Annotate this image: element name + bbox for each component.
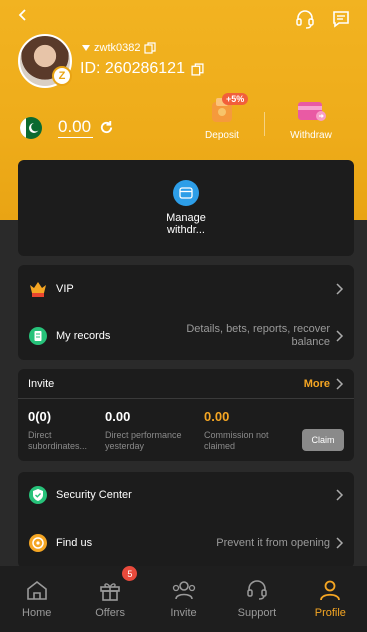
deposit-bonus-badge: +5% (222, 93, 249, 105)
username-row: zwtk0382 (82, 42, 157, 54)
records-label: My records (56, 330, 111, 342)
security-label: Security Center (56, 489, 132, 501)
avatar-badge: Z (52, 66, 72, 86)
chevron-right-icon (336, 283, 344, 295)
pakistan-flag-icon[interactable] (20, 117, 42, 139)
nav-home[interactable]: Home (0, 566, 73, 632)
manage-label: Manage withdr... (166, 212, 206, 236)
divider (264, 112, 265, 136)
claim-button[interactable]: Claim (302, 429, 344, 451)
nav-profile-label: Profile (314, 607, 346, 619)
menu-card-2: Security Center Find us Prevent it from … (18, 472, 354, 568)
deposit-label: Deposit (205, 130, 239, 141)
vip-label: VIP (56, 283, 74, 295)
nav-support[interactable]: Support (220, 566, 293, 632)
more-label: More (303, 377, 330, 390)
username: zwtk0382 (94, 42, 141, 54)
refresh-icon[interactable] (99, 120, 114, 135)
chevron-right-icon (336, 489, 344, 501)
findus-label: Find us (56, 537, 93, 549)
nav-home-label: Home (22, 607, 52, 619)
people-icon (172, 581, 195, 600)
menu-item-find-us[interactable]: Find us Prevent it from opening (18, 531, 354, 555)
offers-badge: 5 (122, 566, 138, 581)
invite-more-link[interactable]: More (304, 378, 344, 390)
nav-offers-label: Offers (95, 607, 125, 619)
nav-profile[interactable]: Profile (294, 566, 367, 632)
records-hint: Details, bets, reports, recover balance (170, 323, 344, 349)
stat-direct-subordinates: 0(0) Direct subordinates... (28, 409, 98, 452)
stat1-value: 0(0) (28, 409, 52, 424)
invite-title: Invite (28, 377, 55, 390)
card-icon (298, 102, 326, 121)
copy-icon[interactable] (144, 42, 157, 54)
findus-hint-text: Prevent it from opening (216, 536, 330, 549)
stat2-desc: Direct performance yesterday (105, 430, 182, 451)
stat3-desc: Commission not claimed (204, 430, 269, 451)
home-icon (26, 580, 47, 600)
invite-card: Invite More 0(0) Direct subordinates... … (18, 369, 354, 461)
crown-icon (28, 279, 48, 299)
menu-item-security-center[interactable]: Security Center (18, 483, 354, 507)
stat2-value: 0.00 (105, 409, 131, 424)
shield-icon (28, 485, 48, 505)
stat-commission: 0.00 Commission not claimed (204, 409, 284, 452)
balance-value: 0.00 (58, 117, 94, 138)
chevron-right-icon (336, 537, 344, 549)
withdraw-button[interactable]: Withdraw (283, 96, 339, 141)
chevron-right-icon (336, 377, 344, 390)
menu-item-my-records[interactable]: My records Details, bets, reports, recov… (18, 321, 354, 351)
stat-direct-performance: 0.00 Direct performance yesterday (105, 409, 195, 452)
nav-invite[interactable]: Invite (147, 566, 220, 632)
copy-id-icon[interactable] (191, 62, 204, 76)
manage-withdrawals-button[interactable]: Manage withdr... (18, 160, 354, 256)
balance: 0.00 (58, 117, 114, 138)
headset-icon (247, 580, 267, 600)
find-us-icon (28, 533, 48, 553)
nav-support-label: Support (237, 607, 277, 619)
nav-invite-label: Invite (170, 607, 197, 619)
nav-offers[interactable]: 5 Offers (73, 566, 146, 632)
person-icon (320, 580, 341, 601)
invite-header: Invite More (18, 369, 354, 399)
findus-hint: Prevent it from opening (216, 537, 344, 550)
records-hint-text: Details, bets, reports, recover balance (186, 323, 330, 348)
bottom-nav: Home 5 Offers Invite Support Profile (0, 566, 367, 632)
stat3-value: 0.00 (204, 409, 230, 424)
menu-item-vip[interactable]: VIP (18, 277, 354, 301)
message-icon[interactable] (330, 8, 352, 30)
menu-card: VIP My records Details, bets, reports, r… (18, 265, 354, 360)
customer-service-icon[interactable] (294, 8, 316, 30)
records-icon (28, 326, 48, 346)
chevron-right-icon (336, 330, 344, 342)
stat1-desc: Direct subordinates... (28, 430, 88, 451)
card-manage-icon (173, 180, 199, 206)
back-icon[interactable] (12, 4, 34, 26)
gift-icon (100, 583, 120, 601)
withdraw-label: Withdraw (290, 130, 332, 141)
user-id-row: ID: 260286121 (80, 60, 204, 78)
user-id: ID: 260286121 (80, 60, 185, 77)
dropdown-caret-icon (82, 45, 90, 51)
